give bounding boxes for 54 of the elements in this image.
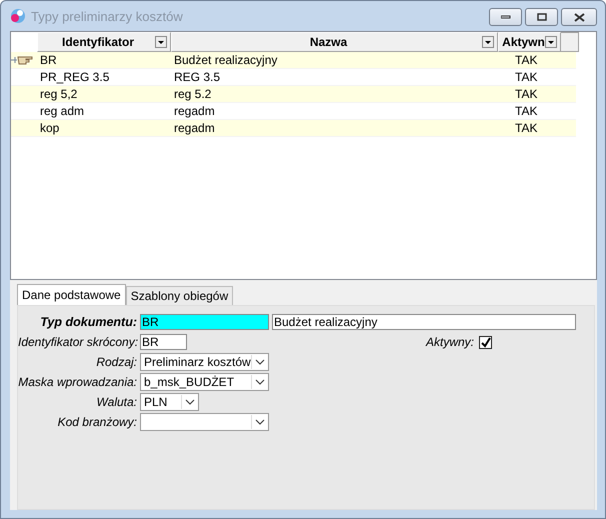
dropdown-icon[interactable] (482, 36, 494, 48)
table-cell-text: reg 5,2 (39, 87, 78, 101)
input-field[interactable]: BR (140, 334, 187, 350)
field-label: Rodzaj: (95, 355, 137, 369)
dropdown-icon[interactable] (155, 36, 167, 48)
table-cell-text: Budżet realizacyjny (173, 53, 278, 67)
header-filler (561, 32, 579, 52)
table-cell-text: reg 5.2 (173, 87, 212, 101)
minimize-icon (500, 15, 510, 19)
table-cell-text: PR_REG 3.5 (39, 70, 110, 84)
table-cell-text: regadm (173, 104, 216, 118)
input-field[interactable]: Budżet realizacyjny (272, 314, 576, 330)
table-cell-text: TAK (514, 104, 538, 118)
window-title: Typy preliminarzy kosztów (31, 8, 184, 24)
input-field[interactable]: BR (140, 314, 269, 330)
table-row[interactable]: kop regadm TAK (11, 120, 576, 137)
tab[interactable]: Dane podstawowe (17, 284, 126, 305)
checkbox-label: Aktywny: (426, 335, 474, 349)
chevron-down-icon (255, 419, 265, 425)
dropdown-field[interactable]: b_msk_BUDŻET (140, 373, 269, 391)
table-cell-text: REG 3.5 (173, 70, 222, 84)
field-label: Identyfikator skrócony: (18, 335, 137, 349)
dropdown-field[interactable] (140, 413, 269, 431)
dropdown-field[interactable]: Preliminarz kosztów (140, 353, 269, 371)
column-header[interactable]: Aktywn (498, 32, 561, 52)
field-label: Maska wprowadzania: (18, 375, 137, 389)
close-icon (574, 12, 584, 22)
table-cell-text: reg adm (39, 104, 86, 118)
close-button[interactable] (561, 8, 597, 26)
chevron-down-icon (255, 359, 265, 365)
table-cell-text: TAK (514, 53, 538, 67)
table-cell-text: TAK (514, 70, 538, 84)
table-row[interactable]: BR Budżet realizacyjny TAK (11, 52, 576, 69)
app-icon (10, 8, 26, 24)
minimize-button[interactable] (489, 8, 522, 26)
table-cell-text: regadm (173, 121, 216, 135)
maximize-icon (536, 12, 546, 22)
table-cell-text: BR (39, 53, 58, 67)
column-header[interactable]: Nazwa (171, 32, 498, 52)
field-label: Kod branżowy: (56, 415, 137, 429)
dropdown-field[interactable]: PLN (140, 393, 199, 411)
column-header[interactable]: Identyfikator (37, 32, 171, 52)
field-label: Typ dokumentu: (39, 315, 137, 329)
table-row[interactable]: reg 5,2 reg 5.2 TAK (11, 86, 576, 103)
table-cell-text: TAK (514, 121, 538, 135)
field-label: Waluta: (96, 395, 137, 409)
table-cell-text: kop (39, 121, 60, 135)
table-cell-text: TAK (514, 87, 538, 101)
checkbox[interactable] (479, 336, 492, 348)
chevron-down-icon (185, 399, 195, 405)
tab[interactable]: Szablony obiegów (126, 286, 234, 305)
chevron-down-icon (255, 379, 265, 385)
maximize-button[interactable] (525, 8, 558, 26)
dropdown-icon[interactable] (545, 36, 557, 48)
